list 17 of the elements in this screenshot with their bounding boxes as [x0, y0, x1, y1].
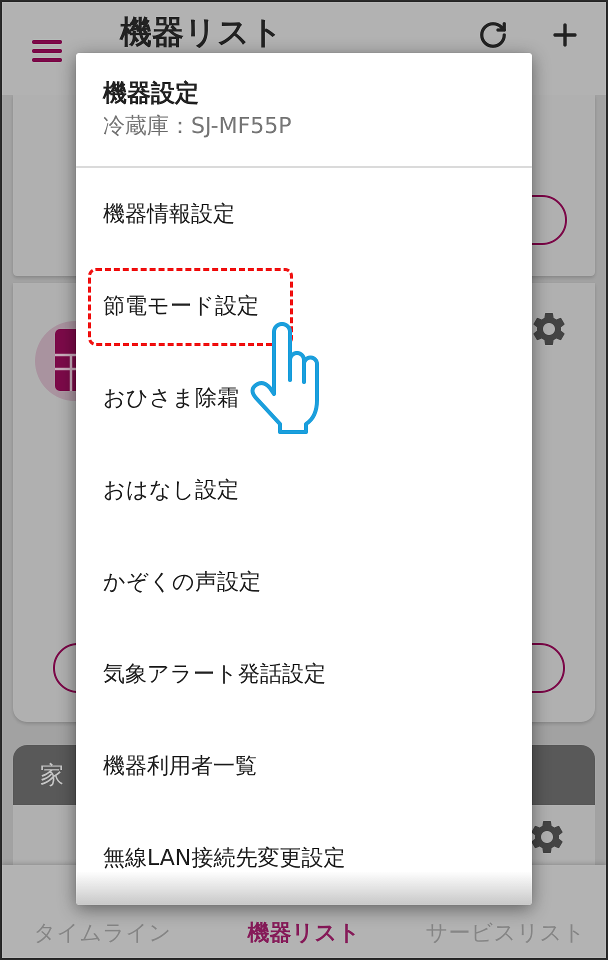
screen-title: 機器リスト [120, 14, 283, 50]
menu-item[interactable]: おひさま除霜 [76, 352, 532, 444]
category-title: 家 [40, 760, 64, 791]
settings-icon[interactable] [533, 313, 565, 345]
menu-item[interactable]: 気象アラート発話設定 [76, 628, 532, 720]
dialog-title: 機器設定 [103, 78, 199, 109]
nav-tab[interactable]: 機器リスト [203, 918, 405, 950]
menu-item[interactable]: おはなし設定 [76, 444, 532, 536]
menu-icon[interactable] [32, 40, 62, 62]
settings-icon[interactable] [531, 821, 563, 853]
menu-item[interactable]: かぞくの声設定 [76, 536, 532, 628]
refresh-icon[interactable] [478, 20, 508, 50]
dialog-subtitle: 冷蔵庫：SJ-MF55P [103, 113, 292, 141]
menu-item[interactable]: 機器情報設定 [76, 168, 532, 260]
menu-item[interactable]: 無線LAN接続先変更設定 [76, 812, 532, 904]
menu-item[interactable]: 機器利用者一覧 [76, 720, 532, 812]
pointing-hand-icon [248, 322, 322, 434]
